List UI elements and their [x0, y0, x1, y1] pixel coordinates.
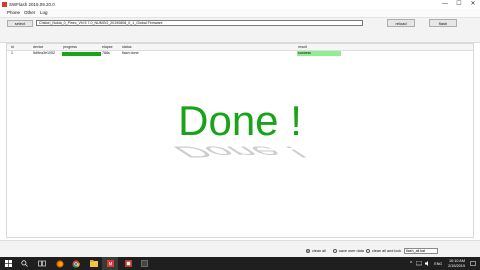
progress-bar — [62, 52, 101, 56]
chrome-icon[interactable] — [68, 257, 84, 270]
option-label: save user data — [339, 249, 364, 253]
table-header: id device progress elapse status result — [7, 44, 473, 51]
select-button[interactable]: select — [7, 20, 33, 27]
firmware-path-input[interactable]: Chidori_Nokia_0_Pinec_VN 5 7.0_NUMGO_201… — [36, 20, 363, 26]
header-result: result — [298, 45, 307, 49]
app-icon — [2, 2, 7, 7]
menu-log[interactable]: Log — [40, 10, 48, 16]
system-tray: ^ ENG 10:10 AM 2/15/2019 — [410, 257, 476, 270]
close-button[interactable]: ✕ — [466, 0, 480, 9]
cell-status: flash done — [122, 51, 139, 55]
header-status: status — [122, 45, 132, 49]
language-indicator-icon[interactable]: ENG — [434, 262, 442, 266]
swflash-taskbar-icon[interactable]: M — [102, 257, 118, 270]
svg-text:M: M — [108, 261, 112, 267]
header-device: device — [33, 45, 44, 49]
cell-id: 1 — [11, 51, 13, 55]
done-banner: Done ! — [178, 97, 302, 144]
clock-date: 2/15/2019 — [448, 263, 465, 268]
header-id: id — [11, 45, 14, 49]
network-icon[interactable] — [416, 261, 423, 266]
app-taskbar-icon[interactable] — [120, 257, 136, 270]
header-elapse: elapse — [102, 45, 113, 49]
swflash-window: SWFlash 2019.09.20.0 — ☐ ✕ Phone Other L… — [0, 0, 480, 257]
radio-unchecked-icon[interactable] — [366, 249, 370, 253]
radio-checked-icon[interactable] — [306, 249, 310, 253]
task-view-icon[interactable] — [34, 257, 50, 270]
clock-time: 10:10 AM — [448, 258, 465, 263]
title-bar: SWFlash 2019.09.20.0 — ☐ ✕ — [0, 0, 480, 9]
volume-icon[interactable] — [425, 261, 431, 266]
show-hidden-icons-icon[interactable]: ^ — [410, 261, 412, 267]
windows-start-icon[interactable] — [0, 257, 16, 270]
flash-button[interactable]: flash — [429, 19, 457, 27]
reload-button[interactable]: reload — [387, 19, 415, 27]
menu-bar: Phone Other Log — [0, 9, 480, 18]
window-title: SWFlash 2019.09.20.0 — [9, 2, 55, 7]
cell-device: 5d9ea3e1052 — [33, 51, 55, 55]
notifications-icon[interactable] — [470, 260, 476, 267]
option-save-user-data[interactable]: save user data — [333, 249, 364, 253]
maximize-button[interactable]: ☐ — [452, 0, 466, 9]
script-select[interactable]: flash_all.bat — [404, 248, 438, 254]
search-icon[interactable] — [16, 257, 32, 270]
option-label: clean all and lock — [372, 249, 402, 253]
toolbar: select Chidori_Nokia_0_Pinec_VN 5 7.0_NU… — [0, 18, 480, 43]
clock[interactable]: 10:10 AM 2/15/2019 — [448, 259, 465, 269]
progress-bar-fill — [62, 52, 101, 56]
taskbar: M ^ ENG 10:10 AM 2/15/2019 — [0, 257, 480, 270]
menu-phone[interactable]: Phone — [7, 10, 20, 16]
bottom-options-bar: clean all save user data clean all and l… — [0, 240, 480, 257]
pinned-app-icon[interactable] — [136, 257, 152, 270]
file-explorer-icon[interactable] — [86, 257, 102, 270]
minimize-button[interactable]: — — [438, 0, 452, 9]
radio-unchecked-icon[interactable] — [333, 249, 337, 253]
cell-result: success — [297, 51, 341, 56]
firefox-icon[interactable] — [52, 257, 68, 270]
option-clean-all-and-lock[interactable]: clean all and lock — [366, 249, 401, 253]
option-clean-all[interactable]: clean all — [306, 249, 326, 253]
menu-other[interactable]: Other — [24, 10, 35, 16]
cell-elapse: 768s — [102, 51, 110, 55]
header-progress: progress — [63, 45, 77, 49]
done-banner-reflection: Done ! — [164, 143, 316, 162]
option-label: clean all — [312, 249, 326, 253]
